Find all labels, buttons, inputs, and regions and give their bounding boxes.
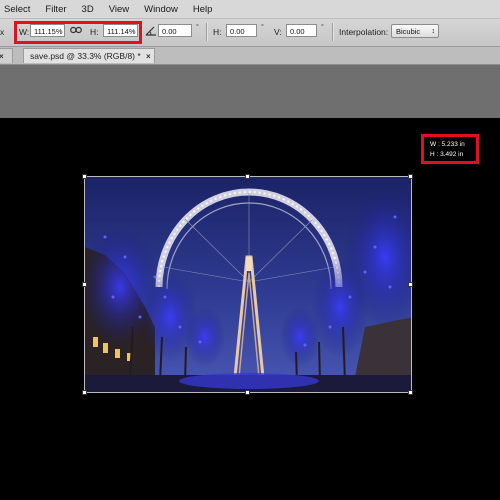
interpolation-label: Interpolation: bbox=[339, 27, 389, 37]
menu-help[interactable]: Help bbox=[193, 4, 213, 15]
photo-london-eye bbox=[85, 177, 411, 392]
options-bar: x W: 111.15% H: 111.14% 0.00 ° H: 0.00 °… bbox=[0, 19, 500, 47]
transform-handle-top-right[interactable] bbox=[408, 174, 413, 179]
horizontal-skew-label: H: bbox=[213, 27, 222, 37]
vertical-skew-field[interactable]: 0.00 bbox=[286, 24, 317, 37]
options-left-edge: x bbox=[0, 27, 5, 37]
transform-size-readout: W : 5.233 in H : 3.492 in bbox=[421, 134, 479, 164]
height-percent-field[interactable]: 111.14% bbox=[103, 24, 138, 37]
readout-height: H : 3.492 in bbox=[430, 151, 464, 158]
horizontal-skew-degree: ° bbox=[261, 24, 264, 31]
transform-handle-top[interactable] bbox=[245, 174, 250, 179]
options-separator bbox=[332, 23, 334, 41]
horizontal-skew-field[interactable]: 0.00 bbox=[226, 24, 257, 37]
transform-handle-bottom[interactable] bbox=[245, 390, 250, 395]
transform-handle-top-left[interactable] bbox=[82, 174, 87, 179]
document-tab-bar: × save.psd @ 33.3% (RGB/8) * × bbox=[0, 47, 500, 65]
chain-link-icon[interactable] bbox=[70, 25, 82, 37]
close-icon[interactable]: × bbox=[0, 50, 4, 64]
menu-select[interactable]: Select bbox=[4, 4, 30, 15]
transform-handle-bottom-left[interactable] bbox=[82, 390, 87, 395]
photo-layer[interactable] bbox=[84, 176, 412, 393]
menu-bar: Select Filter 3D View Window Help bbox=[0, 0, 500, 19]
readout-width: W : 5.233 in bbox=[430, 141, 465, 148]
vertical-skew-label: V: bbox=[274, 27, 282, 37]
height-label: H: bbox=[90, 27, 99, 37]
interpolation-value: Bicubic bbox=[396, 27, 421, 36]
vertical-skew-degree: ° bbox=[321, 24, 324, 31]
menu-window[interactable]: Window bbox=[144, 4, 178, 15]
pasteboard bbox=[0, 65, 500, 118]
close-icon[interactable]: × bbox=[146, 50, 151, 64]
tab-previous-document[interactable]: × bbox=[0, 48, 13, 63]
menu-filter[interactable]: Filter bbox=[45, 4, 66, 15]
document-tab-title: save.psd @ 33.3% (RGB/8) * bbox=[30, 51, 141, 61]
menu-view[interactable]: View bbox=[109, 4, 129, 15]
interpolation-dropdown[interactable]: Bicubic ↕ bbox=[391, 24, 439, 38]
rotate-angle-icon bbox=[145, 25, 157, 38]
updown-arrows-icon: ↕ bbox=[431, 28, 436, 35]
menu-3d[interactable]: 3D bbox=[82, 4, 94, 15]
transform-handle-left[interactable] bbox=[82, 282, 87, 287]
options-separator bbox=[206, 23, 208, 41]
width-label: W: bbox=[19, 27, 30, 37]
width-percent-field[interactable]: 111.15% bbox=[30, 24, 65, 37]
rotation-degree-symbol: ° bbox=[196, 24, 199, 31]
transform-handle-bottom-right[interactable] bbox=[408, 390, 413, 395]
rotation-angle-field[interactable]: 0.00 bbox=[158, 24, 192, 37]
tab-save-psd[interactable]: save.psd @ 33.3% (RGB/8) * × bbox=[23, 48, 155, 63]
transform-handle-right[interactable] bbox=[408, 282, 413, 287]
